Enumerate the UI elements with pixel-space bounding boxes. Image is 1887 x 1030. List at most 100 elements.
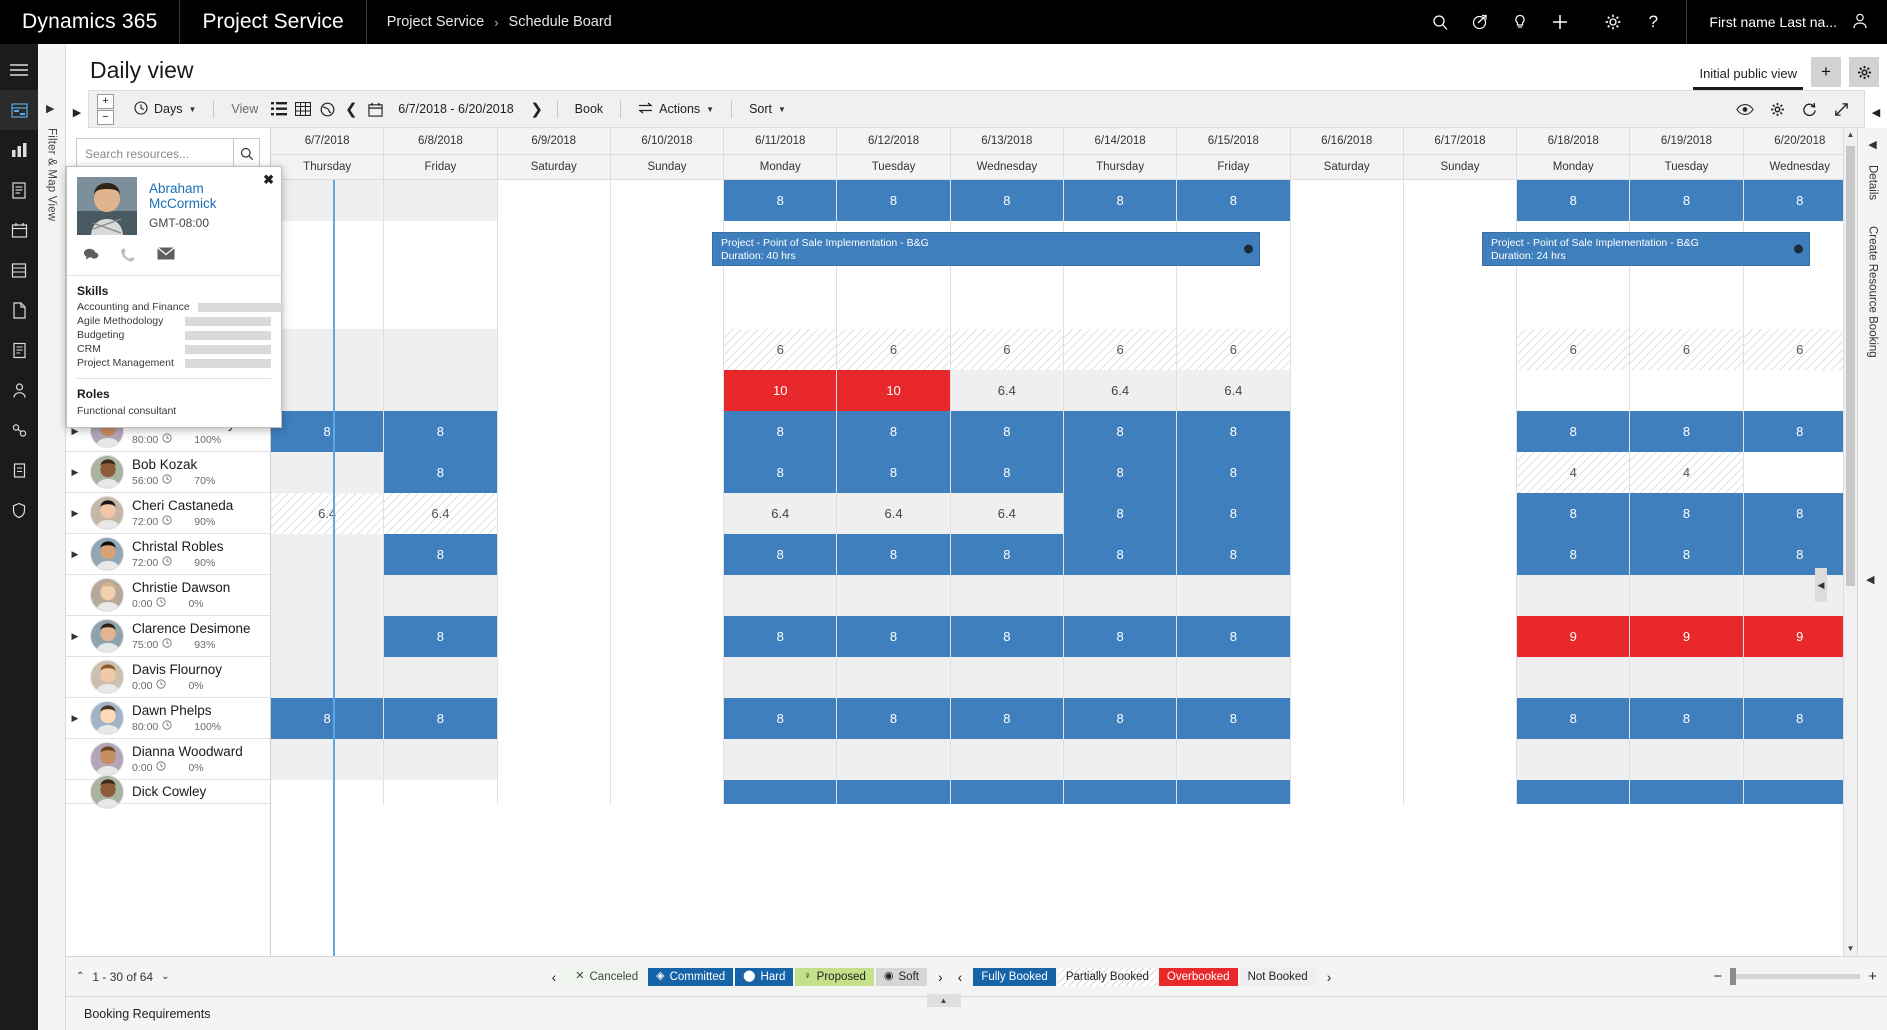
legend-chip-canceled[interactable]: ✕ Canceled bbox=[567, 967, 647, 986]
grid-cell[interactable] bbox=[1517, 657, 1631, 698]
grid-cell[interactable] bbox=[610, 493, 725, 534]
grid-cell[interactable] bbox=[497, 739, 611, 780]
zoom-in-button[interactable]: + bbox=[97, 93, 114, 109]
grid-cell[interactable] bbox=[497, 370, 611, 411]
rail-item-calendar[interactable] bbox=[0, 210, 38, 250]
toolbar-collapse-right-icon[interactable]: ◀ bbox=[1865, 90, 1887, 128]
expand-icon[interactable] bbox=[1826, 96, 1856, 122]
grid-vertical-scrollbar[interactable]: ▲ ▼ bbox=[1843, 128, 1857, 956]
resource-row[interactable]: ▶ Cheri Castaneda 72:00 90% bbox=[66, 493, 270, 534]
grid-cell[interactable]: 8 bbox=[1063, 411, 1178, 452]
help-icon[interactable]: ? bbox=[1633, 0, 1673, 44]
expander-icon[interactable]: ▶ bbox=[68, 467, 82, 478]
grid-cell[interactable] bbox=[1630, 739, 1744, 780]
grid-cell[interactable]: 6.4 bbox=[724, 493, 838, 534]
grid-cell[interactable]: 8 bbox=[950, 616, 1064, 657]
grid-cell[interactable]: 8 bbox=[1063, 180, 1178, 221]
grid-cell[interactable] bbox=[1290, 534, 1404, 575]
grid-cell[interactable] bbox=[1743, 575, 1857, 616]
grid-cell[interactable] bbox=[950, 739, 1064, 780]
zoom-out-icon[interactable]: − bbox=[1713, 968, 1722, 985]
grid-cell[interactable] bbox=[384, 221, 498, 329]
grid-cell[interactable]: 8 bbox=[1517, 534, 1631, 575]
phone-icon[interactable] bbox=[121, 247, 135, 265]
scroll-up-icon[interactable]: ▲ bbox=[1844, 128, 1857, 142]
grid-cell[interactable]: 8 bbox=[724, 452, 838, 493]
legend-chip-committed[interactable]: ◈ Committed bbox=[648, 967, 734, 986]
grid-cell[interactable] bbox=[1290, 657, 1404, 698]
grid-cell[interactable] bbox=[1403, 452, 1518, 493]
grid-cell[interactable]: 6 bbox=[950, 329, 1064, 370]
date-header-cell[interactable]: 6/11/2018 bbox=[724, 128, 838, 155]
grid-cell[interactable] bbox=[837, 657, 951, 698]
grid-cell[interactable] bbox=[610, 698, 725, 739]
grid-cell[interactable] bbox=[724, 657, 838, 698]
capacity-next-icon[interactable]: › bbox=[1323, 969, 1336, 985]
grid-cell[interactable]: 6.4 bbox=[950, 493, 1064, 534]
hamburger-menu-icon[interactable] bbox=[0, 50, 38, 90]
grid-cell[interactable] bbox=[1403, 493, 1518, 534]
expander-icon[interactable]: ▶ bbox=[68, 713, 82, 724]
grid-cell[interactable] bbox=[384, 329, 498, 370]
gear-icon[interactable] bbox=[1593, 0, 1633, 44]
breadcrumb-current[interactable]: Schedule Board bbox=[509, 14, 612, 30]
email-icon[interactable] bbox=[157, 246, 175, 265]
grid-cell[interactable] bbox=[610, 657, 725, 698]
grid-cell[interactable] bbox=[950, 575, 1064, 616]
grid-cell[interactable] bbox=[497, 534, 611, 575]
grid-cell[interactable] bbox=[271, 329, 385, 370]
actions-dropdown[interactable]: Actions ▼ bbox=[630, 94, 722, 124]
resource-row[interactable]: Dick Cowley bbox=[66, 774, 270, 809]
legend-next-icon[interactable]: › bbox=[934, 969, 947, 985]
grid-cell[interactable] bbox=[610, 411, 725, 452]
grid-cell[interactable]: 8 bbox=[384, 616, 498, 657]
grid-cell[interactable] bbox=[610, 180, 725, 221]
grid-cell[interactable] bbox=[1290, 780, 1404, 804]
grid-cell[interactable] bbox=[384, 739, 498, 780]
grid-cell[interactable] bbox=[1403, 534, 1518, 575]
resource-row[interactable]: ▶ Bob Kozak 56:00 70% bbox=[66, 452, 270, 493]
legend-chip-partial[interactable]: Partially Booked bbox=[1057, 967, 1157, 986]
grid-cell[interactable]: 8 bbox=[1517, 411, 1631, 452]
grid-cell[interactable]: 8 bbox=[1743, 534, 1857, 575]
grid-cell[interactable]: 10 bbox=[837, 370, 951, 411]
date-header-cell[interactable]: 6/12/2018 bbox=[837, 128, 951, 155]
grid-cell[interactable] bbox=[1403, 329, 1518, 370]
grid-cell[interactable] bbox=[497, 329, 611, 370]
grid-cell[interactable]: 8 bbox=[950, 411, 1064, 452]
grid-cell[interactable] bbox=[1630, 657, 1744, 698]
date-header-cell[interactable]: 6/14/2018 bbox=[1063, 128, 1178, 155]
grid-cell[interactable]: 8 bbox=[1063, 698, 1178, 739]
grid-cell[interactable] bbox=[610, 575, 725, 616]
grid-cell[interactable]: 8 bbox=[1743, 698, 1857, 739]
grid-cell[interactable] bbox=[497, 575, 611, 616]
grid-cell[interactable] bbox=[1177, 780, 1291, 804]
close-icon[interactable]: ✖ bbox=[263, 172, 274, 188]
grid-cell[interactable] bbox=[497, 221, 611, 329]
grid-cell[interactable]: 8 bbox=[1177, 616, 1291, 657]
toolbar-collapse-left-icon[interactable]: ▶ bbox=[66, 90, 88, 128]
grid-cell[interactable] bbox=[1063, 780, 1178, 804]
popup-resource-name[interactable]: Abraham McCormick bbox=[149, 181, 271, 211]
grid-cell[interactable] bbox=[950, 657, 1064, 698]
grid-cell[interactable]: 8 bbox=[950, 534, 1064, 575]
grid-cell[interactable] bbox=[497, 657, 611, 698]
filter-map-view-strip[interactable]: ▶ Filter & Map View bbox=[38, 44, 66, 1030]
grid-cell[interactable] bbox=[1517, 780, 1631, 804]
grid-cell[interactable]: 8 bbox=[837, 452, 951, 493]
grid-cell[interactable]: 8 bbox=[724, 698, 838, 739]
grid-cell[interactable]: 6.4 bbox=[1177, 370, 1291, 411]
grid-cell[interactable] bbox=[1517, 370, 1631, 411]
grid-cell[interactable] bbox=[950, 780, 1064, 804]
breadcrumb-root[interactable]: Project Service bbox=[387, 14, 485, 30]
grid-cell[interactable]: 8 bbox=[837, 616, 951, 657]
booking-bar[interactable]: Project - Point of Sale Implementation -… bbox=[712, 232, 1260, 266]
resource-row[interactable]: ▶ Christal Robles 72:00 90% bbox=[66, 534, 270, 575]
grid-cell[interactable] bbox=[837, 575, 951, 616]
sort-dropdown[interactable]: Sort ▼ bbox=[741, 94, 794, 124]
expander-icon[interactable]: ▶ bbox=[68, 631, 82, 642]
grid-cell[interactable] bbox=[1063, 575, 1178, 616]
grid-cell[interactable] bbox=[837, 739, 951, 780]
grid-cell[interactable] bbox=[837, 780, 951, 804]
rail-item-reports[interactable] bbox=[0, 250, 38, 290]
